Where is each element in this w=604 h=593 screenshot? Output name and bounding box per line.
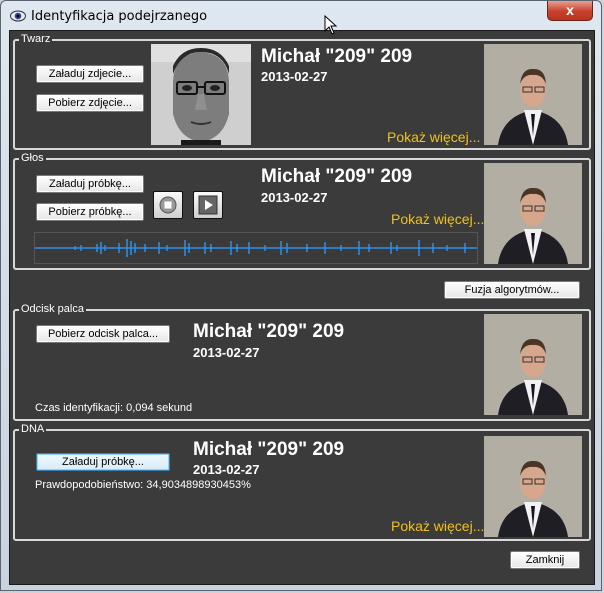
window-title: Identyfikacja podejrzanego xyxy=(31,9,208,24)
load-dna-sample-button[interactable]: Załaduj próbkę... xyxy=(36,453,170,471)
face-match-photo xyxy=(484,44,582,145)
face-match-date: 2013-02-27 xyxy=(261,69,328,84)
voice-group-legend: Głos xyxy=(19,152,46,165)
eye-icon xyxy=(10,10,26,22)
voice-match-date: 2013-02-27 xyxy=(261,190,328,205)
voice-show-more-link[interactable]: Pokaż więcej... xyxy=(391,211,484,227)
identification-window: Identyfikacja podejrzanego x Twarz Załad… xyxy=(0,0,602,591)
waveform-graph xyxy=(35,239,477,257)
face-show-more-link[interactable]: Pokaż więcej... xyxy=(387,129,480,145)
stop-button[interactable] xyxy=(153,191,183,219)
fingerprint-match-date: 2013-02-27 xyxy=(193,345,260,360)
title-bar[interactable]: Identyfikacja podejrzanego x xyxy=(1,1,601,31)
fingerprint-group-legend: Odcisk palca xyxy=(19,303,86,316)
fetch-voice-sample-button[interactable]: Pobierz próbkę... xyxy=(36,203,144,221)
voice-match-name: Michał "209" 209 xyxy=(261,166,413,187)
voice-waveform xyxy=(34,232,478,264)
dna-probability: Prawdopodobieństwo: 34,9034898930453% xyxy=(35,479,251,491)
identification-time: Czas identyfikacji: 0,094 sekund xyxy=(35,402,193,414)
fingerprint-match-name: Michał "209" 209 xyxy=(193,321,345,342)
voice-match-photo xyxy=(484,163,582,264)
fetch-photo-button[interactable]: Pobierz zdjęcie... xyxy=(36,94,144,112)
dna-group-legend: DNA xyxy=(19,423,47,436)
mouse-cursor-icon xyxy=(324,15,338,35)
fetch-fingerprint-button[interactable]: Pobierz odcisk palca... xyxy=(36,325,170,343)
suspect-face-photo xyxy=(151,44,251,145)
dna-match-name: Michał "209" 209 xyxy=(193,439,345,460)
dna-group: DNA Załaduj próbkę... Michał "209" 209 2… xyxy=(13,423,591,541)
fingerprint-group: Odcisk palca Pobierz odcisk palca... Mic… xyxy=(13,303,591,421)
play-icon xyxy=(198,195,218,215)
algorithm-fusion-button[interactable]: Fuzja algorytmów... xyxy=(444,281,580,299)
stop-icon xyxy=(159,196,177,214)
close-dialog-button[interactable]: Zamknij xyxy=(510,551,580,569)
window-close-button[interactable]: x xyxy=(547,1,593,21)
load-photo-button[interactable]: Załaduj zdjecie... xyxy=(36,65,144,83)
dna-show-more-link[interactable]: Pokaż więcej... xyxy=(391,518,484,534)
dna-match-date: 2013-02-27 xyxy=(193,462,260,477)
main-panel: Twarz Załaduj zdjecie... Pobierz zdjęcie… xyxy=(9,30,595,585)
dna-match-photo xyxy=(484,436,582,537)
face-group: Twarz Załaduj zdjecie... Pobierz zdjęcie… xyxy=(13,33,591,150)
load-voice-sample-button[interactable]: Załaduj próbkę... xyxy=(36,175,144,193)
face-match-name: Michał "209" 209 xyxy=(261,46,413,67)
face-group-legend: Twarz xyxy=(19,33,53,46)
fingerprint-match-photo xyxy=(484,314,582,415)
play-button[interactable] xyxy=(193,191,223,219)
voice-group: Głos Załaduj próbkę... Pobierz próbkę...… xyxy=(13,152,591,270)
